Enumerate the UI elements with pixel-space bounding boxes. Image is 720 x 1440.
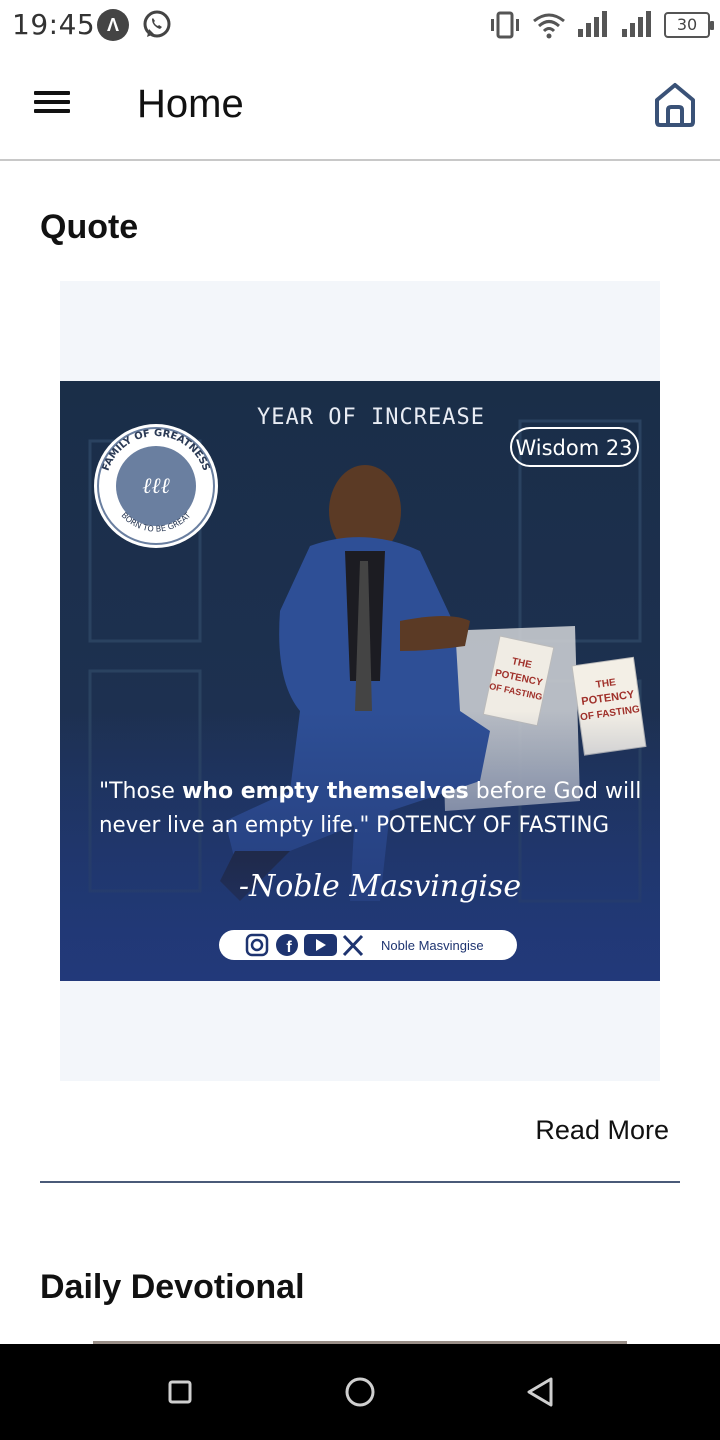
recent-apps-icon[interactable] [158, 1370, 202, 1414]
svg-text:f: f [286, 939, 292, 956]
app-bar: Home [0, 50, 720, 161]
back-icon[interactable] [518, 1370, 562, 1414]
vibrate-icon [491, 11, 519, 39]
app-a-icon: Λ [97, 9, 129, 41]
quote-bold: who empty themselves [182, 779, 469, 804]
battery-icon: 30 [664, 12, 714, 38]
quote-section-title: Quote [40, 208, 139, 246]
system-nav-bar [0, 1344, 720, 1440]
family-of-greatness-logo: ℓℓℓ FAMILY OF GREATNESS BORN TO BE GREAT [94, 424, 218, 548]
wisdom-badge-label: Wisdom 23 [515, 436, 632, 460]
status-bar: 19:45 Λ 30 [0, 0, 720, 50]
home-icon[interactable] [652, 80, 698, 128]
quote-line-2: never live an empty life." POTENCY OF FA… [99, 813, 609, 838]
image-header-text: YEAR OF INCREASE [257, 405, 485, 430]
whatsapp-icon [143, 10, 171, 38]
quote-image-artwork: THE POTENCY OF FASTING THE POTENCY OF FA… [60, 381, 660, 981]
read-more-link[interactable]: Read More [535, 1115, 669, 1146]
home-circle-icon[interactable] [338, 1370, 382, 1414]
social-handle: Noble Masvingise [381, 938, 484, 953]
social-pill: f Noble Masvingise [219, 930, 517, 960]
signal-icon [622, 11, 651, 37]
section-divider [40, 1181, 680, 1183]
wifi-icon [533, 13, 565, 39]
quote-line-1: "Those who empty themselves before God w… [99, 779, 641, 804]
devotional-section-title: Daily Devotional [40, 1268, 305, 1306]
status-right-icons: 30 [488, 8, 714, 42]
youtube-icon [304, 934, 337, 956]
quote-rest: before God will [469, 779, 642, 804]
hamburger-menu-icon[interactable] [30, 86, 74, 126]
signal-icon [578, 11, 607, 37]
quote-card[interactable]: THE POTENCY OF FASTING THE POTENCY OF FA… [60, 281, 660, 1081]
svg-text:ℓℓℓ: ℓℓℓ [142, 474, 170, 499]
battery-level: 30 [676, 15, 698, 34]
page-title: Home [137, 82, 244, 126]
status-time: 19:45 [12, 8, 96, 41]
quote-image[interactable]: THE POTENCY OF FASTING THE POTENCY OF FA… [60, 381, 660, 981]
signature: -Noble Masvingise [239, 869, 521, 904]
quote-open: "Those [99, 779, 182, 804]
facebook-icon: f [276, 934, 298, 956]
